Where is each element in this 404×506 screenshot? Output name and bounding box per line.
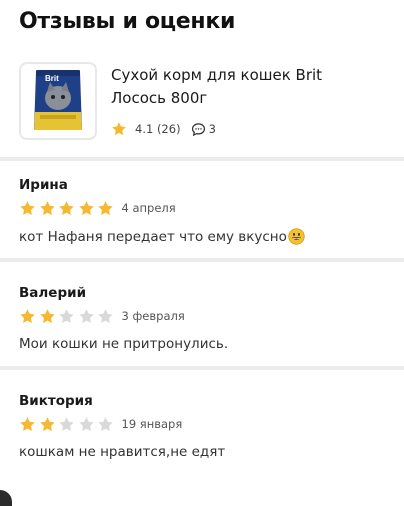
product-stats: 4.1 (26) 3 [111,120,216,138]
product-image[interactable]: Brit [19,62,97,140]
star-empty-icon [59,308,74,323]
star-empty-icon [78,416,94,431]
review-author: Ирина [19,177,68,193]
brand-logo-text: Brit [45,74,59,83]
star-filled-icon [20,308,35,323]
star-empty-icon [98,416,113,431]
review-author: Виктория [19,393,93,409]
review-date: 4 апреля [121,201,176,215]
review-date: 19 января [121,417,183,431]
star-filled-icon [39,308,55,323]
star-empty-icon [59,416,74,431]
cat-food-bag-image: Brit [34,70,82,130]
review-rating: 19 января [19,415,394,433]
comments-link[interactable]: 3 [191,122,216,137]
review-text: кот Нафаня передает что ему вкусно [19,228,287,245]
product-name[interactable]: Сухой корм для кошек Brit Лосось 800г [111,64,381,110]
star-empty-icon [78,308,94,323]
review-card: Валерий 3 февраля Мои кошки не притронул… [19,285,394,352]
review-rating: 3 февраля [19,307,394,325]
page-title: Отзывы и оценки [19,9,236,34]
review-text: кошкам не нравится,не едят [19,444,226,460]
grinning-face-icon [288,228,305,245]
divider [0,157,404,161]
review-text-row: Мои кошки не притронулись. [19,336,394,352]
star-icon [112,122,126,136]
review-author: Валерий [19,285,87,301]
comment-icon [191,122,205,136]
window-corner [0,490,12,506]
divider [0,366,404,370]
product-rating: 4.1 (26) [135,122,181,136]
review-text-row: кошкам не нравится,не едят [19,444,394,460]
divider [0,258,404,262]
product-summary[interactable]: Brit Сухой корм для кошек Brit Лосось 80… [19,62,396,142]
comments-count: 3 [208,122,216,136]
review-date: 3 февраля [121,309,185,323]
star-filled-icon [39,200,55,215]
star-filled-icon [59,200,74,215]
review-rating: 4 апреля [19,199,394,217]
review-card: Ирина 4 апреля кот Нафаня передает что е… [19,177,394,245]
review-text: Мои кошки не притронулись. [19,336,229,352]
star-filled-icon [78,200,94,215]
star-filled-icon [39,416,55,431]
review-text-row: кот Нафаня передает что ему вкусно [19,228,394,245]
review-card: Виктория 19 января кошкам не нравится,не… [19,393,394,460]
star-filled-icon [98,200,113,215]
star-filled-icon [20,416,35,431]
star-filled-icon [20,200,35,215]
star-empty-icon [98,308,113,323]
